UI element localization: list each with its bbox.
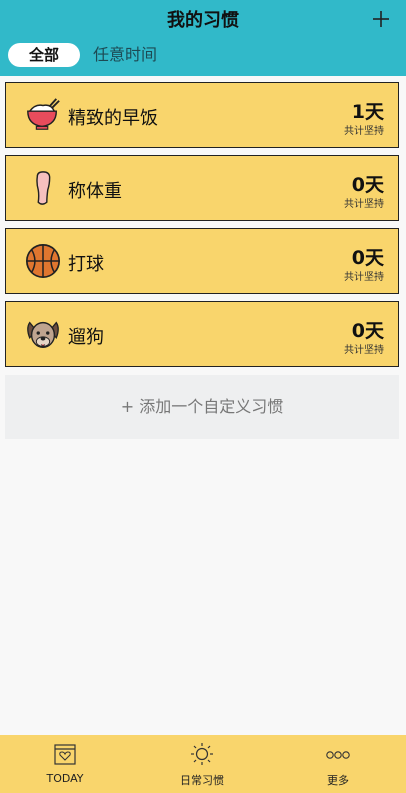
nav-label: 更多 <box>327 774 349 787</box>
tab-any-time[interactable]: 任意时间 <box>93 44 157 66</box>
nav-today[interactable]: TODAY <box>25 741 105 785</box>
nav-more[interactable]: 更多 <box>298 741 378 788</box>
habit-card-basketball[interactable]: 打球 0天 共计坚持 <box>5 228 399 294</box>
habit-name: 遛狗 <box>68 327 104 348</box>
plus-icon <box>373 11 389 27</box>
habit-days: 0天 <box>351 320 384 342</box>
nav-label: TODAY <box>46 772 84 785</box>
habit-days-caption: 共计坚持 <box>344 126 384 137</box>
habit-card-dog[interactable]: 遛狗 0天 共计坚持 <box>5 301 399 367</box>
today-icon <box>54 744 76 765</box>
habit-list: 精致的早饭 1天 共计坚持 称体重 0天 共计坚持 打球 0天 共计坚持 遛狗 … <box>5 82 399 374</box>
top-header: 我的习惯 全部 任意时间 <box>0 0 406 76</box>
habit-days-caption: 共计坚持 <box>344 345 384 356</box>
add-habit-button[interactable] <box>372 4 390 33</box>
more-icon <box>326 751 350 759</box>
sun-icon <box>191 743 213 765</box>
habit-name: 精致的早饭 <box>68 108 158 129</box>
tab-all[interactable]: 全部 <box>8 43 80 67</box>
habit-card-weight[interactable]: 称体重 0天 共计坚持 <box>5 155 399 221</box>
page-title: 我的习惯 <box>167 10 239 31</box>
habit-name: 称体重 <box>68 181 122 202</box>
basketball-icon <box>25 243 61 279</box>
habit-days-caption: 共计坚持 <box>344 199 384 210</box>
habit-days: 1天 <box>351 101 384 123</box>
add-custom-habit-button[interactable]: + 添加一个自定义习惯 <box>5 375 399 439</box>
nav-label: 日常习惯 <box>180 774 224 787</box>
habit-name: 打球 <box>68 254 104 275</box>
habit-card-breakfast[interactable]: 精致的早饭 1天 共计坚持 <box>5 82 399 148</box>
rice-bowl-icon <box>27 98 60 130</box>
foot-icon <box>36 171 51 205</box>
habit-days: 0天 <box>351 247 384 269</box>
nav-daily-habits[interactable]: 日常习惯 <box>162 741 242 788</box>
habit-days-caption: 共计坚持 <box>344 272 384 283</box>
dog-icon <box>27 321 59 349</box>
bottom-nav: TODAY 日常习惯 更多 <box>0 735 406 793</box>
habit-days: 0天 <box>351 174 384 196</box>
